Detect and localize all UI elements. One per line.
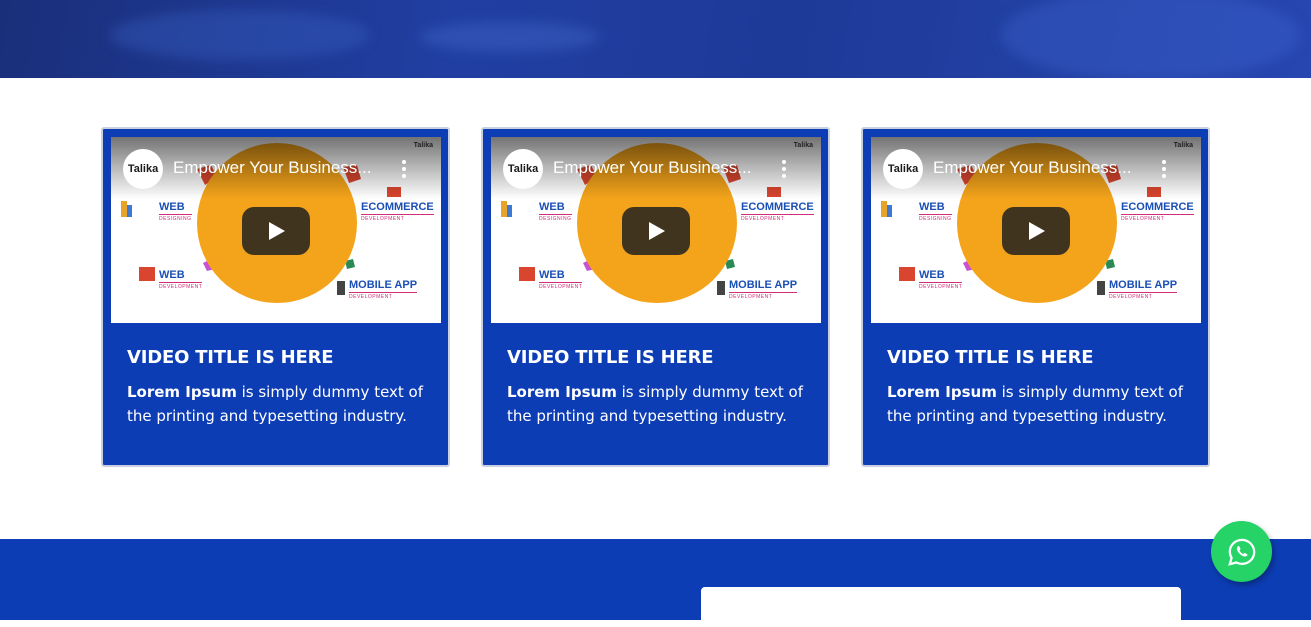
card-description-bold: Lorem Ipsum <box>507 383 617 401</box>
video-card: WEB DESIGNING ECOMMERCE DEVELOPMENT WEB DEV… <box>481 127 830 467</box>
service-label-web-development: WEB DEVELOPMENT <box>539 269 583 290</box>
video-title-link[interactable]: Empower Your Business... <box>173 158 393 178</box>
card-description-bold: Lorem Ipsum <box>127 383 237 401</box>
service-label-ecommerce: ECOMMERCE DEVELOPMENT <box>741 201 814 222</box>
service-label-mobile-app: MOBILE APP DEVELOPMENT <box>1109 279 1178 300</box>
card-description: Lorem Ipsum is simply dummy text of the … <box>887 380 1187 428</box>
hero-bg-glow <box>420 22 600 52</box>
hero-banner-strip <box>0 0 1311 78</box>
video-embed[interactable]: WEB DESIGNING ECOMMERCE DEVELOPMENT WEB DEV… <box>111 137 441 323</box>
brand-watermark: Talika <box>793 142 813 149</box>
card-description: Lorem Ipsum is simply dummy text of the … <box>507 380 807 428</box>
service-label-ecommerce: ECOMMERCE DEVELOPMENT <box>1121 201 1194 222</box>
video-title-link[interactable]: Empower Your Business... <box>933 158 1153 178</box>
service-label-mobile-app: MOBILE APP DEVELOPMENT <box>349 279 418 300</box>
service-label-web-designing: WEB DESIGNING <box>159 201 192 222</box>
card-description: Lorem Ipsum is simply dummy text of the … <box>127 380 427 428</box>
video-card: WEB DESIGNING ECOMMERCE DEVELOPMENT WEB DEV… <box>101 127 450 467</box>
service-label-mobile-app: MOBILE APP DEVELOPMENT <box>729 279 798 300</box>
brand-watermark: Talika <box>413 142 433 149</box>
card-description-bold: Lorem Ipsum <box>887 383 997 401</box>
service-label-web-development: WEB DEVELOPMENT <box>919 269 963 290</box>
channel-avatar[interactable]: Talika <box>883 149 923 189</box>
whatsapp-chat-button[interactable] <box>1211 521 1272 582</box>
youtube-play-icon[interactable] <box>242 207 310 255</box>
more-vertical-icon[interactable] <box>397 159 411 179</box>
brand-watermark: Talika <box>1173 142 1193 149</box>
service-label-web-development: WEB DEVELOPMENT <box>159 269 203 290</box>
card-title: VIDEO TITLE IS HERE <box>887 347 1094 368</box>
channel-avatar[interactable]: Talika <box>123 149 163 189</box>
video-title-link[interactable]: Empower Your Business... <box>553 158 773 178</box>
video-embed[interactable]: WEB DESIGNING ECOMMERCE DEVELOPMENT WEB DEV… <box>871 137 1201 323</box>
more-vertical-icon[interactable] <box>777 159 791 179</box>
card-title: VIDEO TITLE IS HERE <box>507 347 714 368</box>
service-label-web-designing: WEB DESIGNING <box>919 201 952 222</box>
footer-form-panel <box>701 587 1181 627</box>
hero-bg-glow <box>110 10 370 60</box>
youtube-play-icon[interactable] <box>622 207 690 255</box>
hero-bg-glow <box>1000 0 1300 78</box>
channel-avatar[interactable]: Talika <box>503 149 543 189</box>
video-card: WEB DESIGNING ECOMMERCE DEVELOPMENT WEB DEV… <box>861 127 1210 467</box>
youtube-play-icon[interactable] <box>1002 207 1070 255</box>
video-embed[interactable]: WEB DESIGNING ECOMMERCE DEVELOPMENT WEB DEV… <box>491 137 821 323</box>
more-vertical-icon[interactable] <box>1157 159 1171 179</box>
whatsapp-icon <box>1227 538 1255 566</box>
card-title: VIDEO TITLE IS HERE <box>127 347 334 368</box>
service-label-web-designing: WEB DESIGNING <box>539 201 572 222</box>
service-label-ecommerce: ECOMMERCE DEVELOPMENT <box>361 201 434 222</box>
